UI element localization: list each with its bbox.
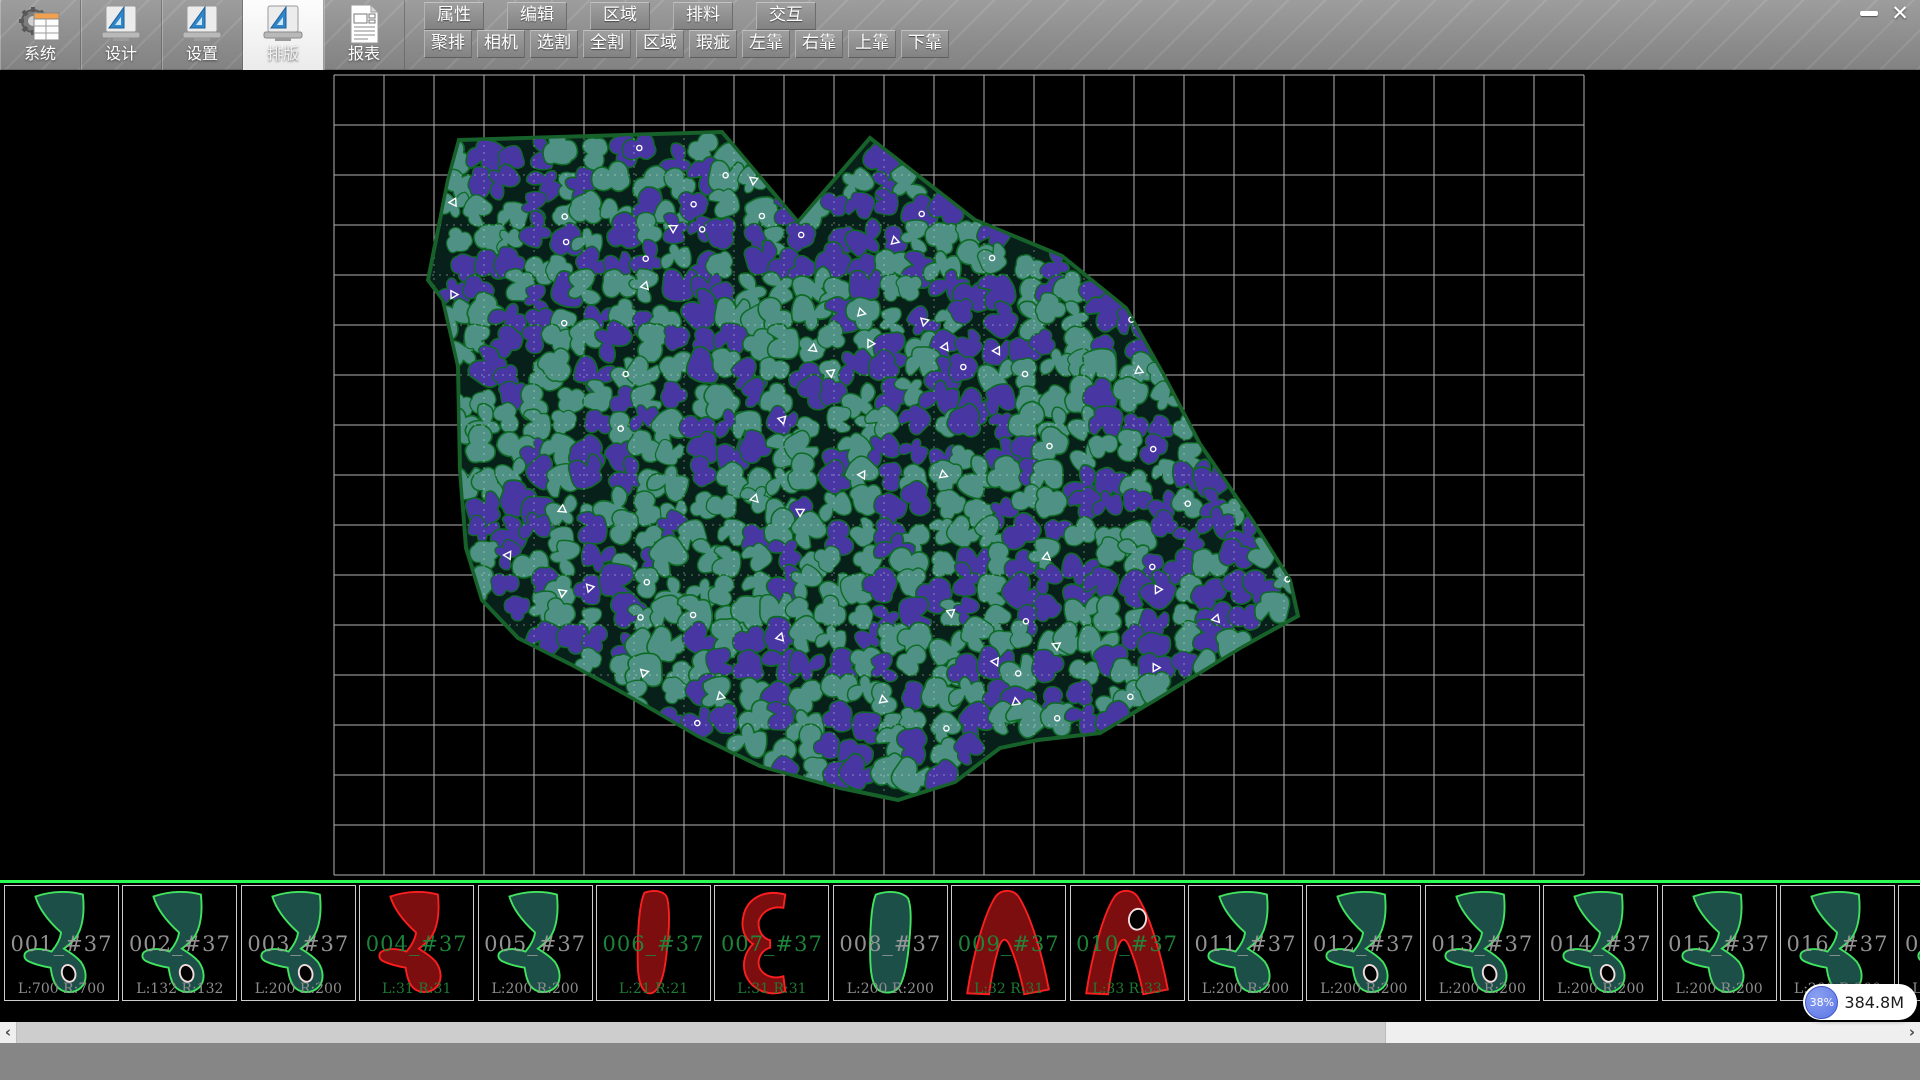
tab-label: 设置 bbox=[186, 44, 218, 64]
menu-row1-item-3[interactable]: 排料 bbox=[673, 2, 733, 30]
close-button[interactable]: ✕ bbox=[1884, 3, 1916, 23]
piece-name: 001_#37 bbox=[5, 932, 118, 956]
piece-thumbnail-004_#37[interactable]: 004_#37 L:31 R:31 bbox=[359, 885, 474, 1001]
piece-thumbnail-009_#37[interactable]: 009_#37 L:32 R:31 bbox=[951, 885, 1066, 1001]
ruler-laptop-icon bbox=[261, 4, 305, 44]
piece-name: 017_#37 bbox=[1899, 932, 1920, 956]
menu-row2-item-5[interactable]: 瑕疵 bbox=[689, 30, 737, 58]
piece-name: 016_#37 bbox=[1781, 932, 1894, 956]
menu-row2-item-6[interactable]: 左靠 bbox=[742, 30, 790, 58]
piece-thumbnail-001_#37[interactable]: 001_#37 L:700 R:700 bbox=[4, 885, 119, 1001]
piece-lr-count: L:200 R:200 bbox=[1307, 981, 1420, 997]
menu-row2-item-7[interactable]: 右靠 bbox=[795, 30, 843, 58]
gear-table-icon bbox=[18, 4, 62, 44]
report-icon bbox=[342, 4, 386, 44]
piece-lr-count: L:200 R:200 bbox=[1663, 981, 1776, 997]
piece-name: 008_#37 bbox=[834, 932, 947, 956]
piece-name: 012_#37 bbox=[1307, 932, 1420, 956]
piece-name: 006_#37 bbox=[597, 932, 710, 956]
piece-thumbnail-011_#37[interactable]: 011_#37 L:200 R:200 bbox=[1188, 885, 1303, 1001]
tab-report[interactable]: 报表 bbox=[324, 0, 405, 70]
piece-thumbnail-005_#37[interactable]: 005_#37 L:200 R:200 bbox=[478, 885, 593, 1001]
piece-lr-count: L:200 R:200 bbox=[1189, 981, 1302, 997]
piece-lr-count: L:32 R:31 bbox=[952, 981, 1065, 997]
tab-settings[interactable]: 设置 bbox=[162, 0, 243, 70]
piece-lr-count: L:200 R:200 bbox=[1426, 981, 1539, 997]
piece-thumbnail-strip: 001_#37 L:700 R:700 002_#37 L:132 R:132 003_… bbox=[0, 880, 1920, 1022]
tab-label: 系统 bbox=[24, 44, 56, 64]
tab-label: 设计 bbox=[105, 44, 137, 64]
header-toolbar: 系统设计设置排版报表 属性编辑区域排料交互 聚排相机选割全割区域瑕疵左靠右靠上靠… bbox=[0, 0, 1920, 70]
piece-name: 005_#37 bbox=[479, 932, 592, 956]
menu-row1-item-2[interactable]: 区域 bbox=[590, 2, 650, 30]
menu-row1-item-4[interactable]: 交互 bbox=[756, 2, 816, 30]
menu-row1-item-0[interactable]: 属性 bbox=[424, 2, 484, 30]
piece-name: 002_#37 bbox=[123, 932, 236, 956]
memory-usage-label: 384.8M bbox=[1844, 993, 1904, 1012]
piece-thumbnail-015_#37[interactable]: 015_#37 L:200 R:200 bbox=[1662, 885, 1777, 1001]
tab-design[interactable]: 设计 bbox=[81, 0, 162, 70]
piece-thumbnail-008_#37[interactable]: 008_#37 L:200 R:200 bbox=[833, 885, 948, 1001]
tab-system[interactable]: 系统 bbox=[0, 0, 81, 70]
app-window: 系统设计设置排版报表 属性编辑区域排料交互 聚排相机选割全割区域瑕疵左靠右靠上靠… bbox=[0, 0, 1920, 1080]
piece-thumbnail-007_#37[interactable]: 007_#37 L:31 R:31 bbox=[714, 885, 829, 1001]
menu-row2-item-1[interactable]: 相机 bbox=[477, 30, 525, 58]
menu-row1-item-1[interactable]: 编辑 bbox=[507, 2, 567, 30]
piece-name: 015_#37 bbox=[1663, 932, 1776, 956]
tab-label: 报表 bbox=[348, 44, 380, 64]
menu-row-1: 属性编辑区域排料交互 bbox=[424, 2, 839, 30]
piece-name: 004_#37 bbox=[360, 932, 473, 956]
piece-lr-count: L:33 R:33 bbox=[1071, 981, 1184, 997]
piece-thumbnail-003_#37[interactable]: 003_#37 L:200 R:200 bbox=[241, 885, 356, 1001]
piece-name: 014_#37 bbox=[1544, 932, 1657, 956]
scroll-right-arrow[interactable]: › bbox=[1904, 1022, 1920, 1043]
tab-nesting[interactable]: 排版 bbox=[243, 0, 324, 70]
menu-row2-item-2[interactable]: 选割 bbox=[530, 30, 578, 58]
progress-percent-badge: 38% bbox=[1805, 986, 1838, 1019]
menu-row2-item-4[interactable]: 区域 bbox=[636, 30, 684, 58]
menu-row2-item-3[interactable]: 全割 bbox=[583, 30, 631, 58]
piece-thumbnail-013_#37[interactable]: 013_#37 L:200 R:200 bbox=[1425, 885, 1540, 1001]
piece-lr-count: L:200 R:200 bbox=[479, 981, 592, 997]
ruler-laptop-icon bbox=[99, 4, 143, 44]
menu-row2-item-0[interactable]: 聚排 bbox=[424, 30, 472, 58]
piece-name: 010_#37 bbox=[1071, 932, 1184, 956]
menu-row-2: 聚排相机选割全割区域瑕疵左靠右靠上靠下靠 bbox=[424, 30, 954, 58]
minimize-icon bbox=[1860, 11, 1878, 16]
piece-name: 009_#37 bbox=[952, 932, 1065, 956]
piece-name: 007_#37 bbox=[715, 932, 828, 956]
piece-name: 003_#37 bbox=[242, 932, 355, 956]
piece-name: 011_#37 bbox=[1189, 932, 1302, 956]
piece-lr-count: L:21 R:21 bbox=[597, 981, 710, 997]
menu-row2-item-8[interactable]: 上靠 bbox=[848, 30, 896, 58]
strip-accent-line bbox=[0, 880, 1920, 883]
piece-lr-count: L:700 R:700 bbox=[5, 981, 118, 997]
nesting-canvas[interactable] bbox=[0, 70, 1920, 880]
piece-lr-count: L:31 R:31 bbox=[715, 981, 828, 997]
status-bar bbox=[0, 1043, 1920, 1080]
tab-label: 排版 bbox=[267, 44, 299, 64]
piece-lr-count: L:200 R:200 bbox=[242, 981, 355, 997]
horizontal-scrollbar[interactable]: ‹ › bbox=[0, 1022, 1920, 1043]
piece-lr-count: L:31 R:31 bbox=[360, 981, 473, 997]
status-badge: 38% 384.8M bbox=[1803, 984, 1917, 1020]
minimize-button[interactable] bbox=[1854, 3, 1884, 21]
scroll-left-arrow[interactable]: ‹ bbox=[0, 1022, 16, 1043]
piece-thumbnail-014_#37[interactable]: 014_#37 L:200 R:200 bbox=[1543, 885, 1658, 1001]
piece-name: 013_#37 bbox=[1426, 932, 1539, 956]
piece-thumbnail-002_#37[interactable]: 002_#37 L:132 R:132 bbox=[122, 885, 237, 1001]
scrollbar-thumb[interactable] bbox=[16, 1022, 1386, 1043]
piece-thumbnail-012_#37[interactable]: 012_#37 L:200 R:200 bbox=[1306, 885, 1421, 1001]
piece-lr-count: L:132 R:132 bbox=[123, 981, 236, 997]
piece-thumbnail-010_#37[interactable]: 010_#37 L:33 R:33 bbox=[1070, 885, 1185, 1001]
menu-row2-item-9[interactable]: 下靠 bbox=[901, 30, 949, 58]
main-tab-bar: 系统 设计 设置 排版 报表 bbox=[0, 0, 405, 70]
piece-thumbnail-006_#37[interactable]: 006_#37 L:21 R:21 bbox=[596, 885, 711, 1001]
window-controls: ✕ bbox=[1854, 3, 1916, 23]
piece-lr-count: L:200 R:200 bbox=[834, 981, 947, 997]
piece-lr-count: L:200 R:200 bbox=[1544, 981, 1657, 997]
ruler-laptop-icon bbox=[180, 4, 224, 44]
